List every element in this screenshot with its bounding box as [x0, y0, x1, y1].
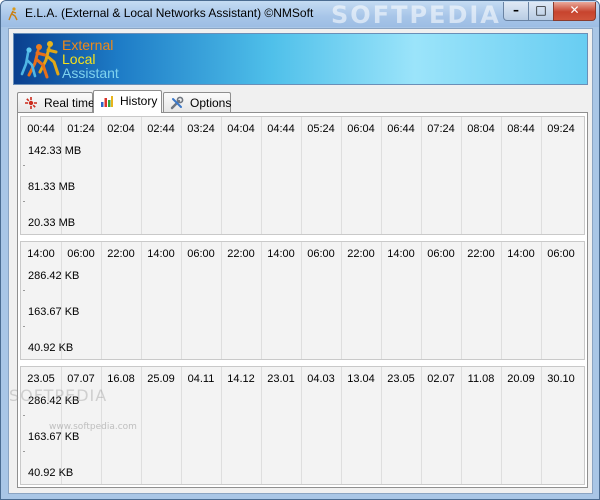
x-axis-label: 20.09: [507, 373, 535, 385]
x-axis-label: 06:00: [427, 248, 455, 260]
runners-logo-icon: [20, 41, 60, 79]
tab-label: History: [120, 94, 158, 108]
tab-options[interactable]: Options: [163, 92, 231, 112]
realtime-icon: [25, 97, 37, 109]
app-runner-icon: [8, 7, 18, 21]
x-axis-label: 14:00: [267, 248, 295, 260]
x-axis-label: 07:24: [427, 123, 455, 135]
app-banner: External Local Assistant: [13, 33, 588, 85]
x-axis-label: 06:44: [387, 123, 415, 135]
x-axis-label: 08:44: [507, 123, 535, 135]
x-axis-label: 13.04: [347, 373, 375, 385]
close-button[interactable]: ✕: [553, 2, 596, 21]
x-axis-label: 08:04: [467, 123, 495, 135]
x-axis-label: 14:00: [387, 248, 415, 260]
x-axis-label: 22:00: [107, 248, 135, 260]
x-axis-label: 04:04: [227, 123, 255, 135]
x-axis-label: 02:44: [147, 123, 175, 135]
x-axis-label: 06:00: [187, 248, 215, 260]
x-axis-label: 04:44: [267, 123, 295, 135]
y-axis-label: 40.92 KB: [28, 342, 74, 354]
y-axis-label: 142.33 MB: [28, 145, 82, 157]
x-axis-label: 14.12: [227, 373, 255, 385]
y-axis-label: 20.33 MB: [28, 217, 76, 229]
y-axis-label: 286.42 KB: [28, 395, 80, 407]
tab-label: Options: [190, 96, 232, 110]
x-axis-label: 01:24: [67, 123, 95, 135]
x-axis-label: 23.05: [27, 373, 55, 385]
x-axis-label: 02.07: [427, 373, 455, 385]
options-icon: [170, 96, 184, 110]
y-axis-label: 163.67 KB: [28, 431, 80, 443]
y-axis-tick: [23, 415, 25, 416]
x-axis-label: 02:04: [107, 123, 135, 135]
graph-daily: 14:00 06:00 22:00 14:00 06:00 22:00 14:00 06:00…: [20, 241, 585, 360]
x-axis-label: 06:00: [547, 248, 575, 260]
history-icon: [101, 96, 113, 107]
y-axis-tick: [23, 290, 25, 291]
minimize-button[interactable]: –: [503, 2, 529, 21]
window-title: E.L.A. (External & Local Networks Assist…: [25, 6, 314, 20]
y-axis-label: 81.33 MB: [28, 181, 76, 193]
banner-assistant: Assistant: [62, 65, 119, 81]
x-axis-label: 14:00: [147, 248, 175, 260]
x-axis-label: 22:00: [347, 248, 375, 260]
x-axis-label: 22:00: [467, 248, 495, 260]
y-axis-tick: [23, 451, 25, 452]
tab-real-time[interactable]: Real time: [17, 92, 95, 112]
history-panel: 00:44 01:24 02:04 02:44 03:24 04:04 04:44 05:24…: [17, 112, 588, 488]
x-axis-label: 14:00: [507, 248, 535, 260]
minimize-icon: –: [513, 3, 519, 17]
x-axis-label: 06:04: [347, 123, 375, 135]
x-axis-label: 11.08: [467, 373, 495, 385]
y-axis-label: 40.92 KB: [28, 467, 74, 479]
tab-history[interactable]: History: [93, 90, 162, 113]
x-axis-label: 22:00: [227, 248, 255, 260]
x-axis-label: 04.03: [307, 373, 335, 385]
x-axis-label: 09:24: [547, 123, 575, 135]
graph-monthly: 23.05 07.07 16.08 25.09 04.11 14.12 23.01 04.03…: [20, 366, 585, 485]
maximize-button[interactable]: □: [528, 2, 554, 21]
title-bar[interactable]: E.L.A. (External & Local Networks Assist…: [1, 1, 599, 29]
maximize-icon: □: [535, 3, 547, 17]
y-axis-label: 286.42 KB: [28, 270, 80, 282]
y-axis-tick: [23, 201, 25, 202]
y-axis-label: 163.67 KB: [28, 306, 80, 318]
x-axis-label: 05:24: [307, 123, 335, 135]
x-axis-label: 00:44: [27, 123, 55, 135]
x-axis-label: 06:00: [67, 248, 95, 260]
y-axis-tick: [23, 165, 25, 166]
client-area: External Local Assistant Real time Histo…: [8, 28, 593, 494]
x-axis-label: 23.05: [387, 373, 415, 385]
x-axis-label: 04.11: [187, 373, 215, 385]
watermark-text: SOFTPEDIA: [331, 1, 501, 29]
x-axis-label: 14:00: [27, 248, 55, 260]
banner-local: Local: [62, 51, 96, 67]
x-axis-label: 07.07: [67, 373, 95, 385]
close-icon: ✕: [569, 3, 580, 17]
banner-external: External: [62, 37, 114, 53]
app-window: E.L.A. (External & Local Networks Assist…: [0, 0, 600, 500]
x-axis-label: 06:00: [307, 248, 335, 260]
graph-hourly: 00:44 01:24 02:04 02:44 03:24 04:04 04:44 05:24…: [20, 116, 585, 235]
x-axis-label: 03:24: [187, 123, 215, 135]
banner-title: External Local Assistant: [62, 38, 119, 80]
x-axis-label: 30.10: [547, 373, 575, 385]
x-axis-label: 16.08: [107, 373, 135, 385]
y-axis-tick: [23, 326, 25, 327]
x-axis-label: 23.01: [267, 373, 295, 385]
tab-label: Real time: [44, 96, 95, 110]
x-axis-label: 25.09: [147, 373, 175, 385]
